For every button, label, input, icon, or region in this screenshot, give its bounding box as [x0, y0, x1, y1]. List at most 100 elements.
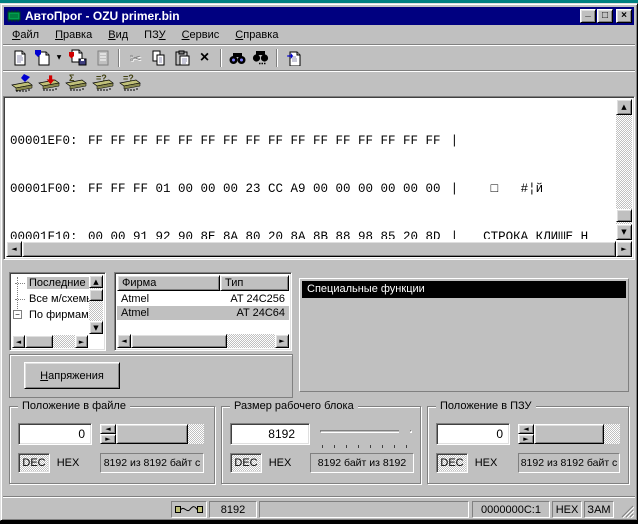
hex-rows: 00001EF0:FF FF FF FF FF FF FF FF FF FF F…: [10, 101, 612, 239]
tree-horizontal-scrollbar[interactable]: ◄ ►: [12, 335, 88, 348]
block-size-input[interactable]: [230, 423, 310, 445]
hex-toggle[interactable]: HEX: [264, 453, 296, 473]
overwrite-cell[interactable]: ЗАМ: [584, 501, 614, 518]
hex-horizontal-scrollbar[interactable]: ◄ ►: [6, 241, 632, 257]
find-button[interactable]: [226, 47, 249, 69]
scrollbar-thumb[interactable]: [616, 209, 632, 222]
file-position-scrollbar[interactable]: ◄ ►: [100, 424, 204, 444]
tree-vertical-scrollbar[interactable]: ▲ ▼: [89, 275, 103, 334]
chip-list-horizontal-scrollbar[interactable]: ◄ ►: [117, 334, 289, 348]
menu-view[interactable]: Вид: [100, 27, 136, 43]
rom-position-input[interactable]: [436, 423, 510, 445]
scroll-right-icon[interactable]: ►: [275, 334, 289, 348]
scroll-right-icon[interactable]: ►: [100, 434, 116, 444]
group-title: Положение в ПЗУ: [436, 400, 536, 412]
hex-row: 00001EF0:FF FF FF FF FF FF FF FF FF FF F…: [10, 133, 612, 149]
mode-cell[interactable]: HEX: [552, 501, 582, 518]
hex-toggle[interactable]: HEX: [52, 453, 84, 473]
paste-button[interactable]: [170, 47, 193, 69]
chip-list-headers: Фирма Тип: [117, 275, 289, 291]
scroll-right-icon[interactable]: ►: [518, 434, 534, 444]
scrollbar-thumb[interactable]: [22, 241, 616, 257]
special-functions-panel: Специальные функции: [299, 278, 629, 392]
menu-rom[interactable]: ПЗУ: [136, 27, 173, 43]
cut-button[interactable]: ✂: [124, 47, 147, 69]
title-bar: АвтоПрог - OZU primer.bin _ □ ×: [4, 7, 634, 25]
find-next-button[interactable]: [249, 47, 272, 69]
hex-vertical-scrollbar[interactable]: ▲ ▼: [616, 99, 632, 240]
scroll-up-icon[interactable]: ▲: [616, 99, 632, 115]
chip-row-selected[interactable]: Atmel AT 24C64: [117, 306, 289, 320]
copy-button[interactable]: [147, 47, 170, 69]
voltage-button[interactable]: Напряжения: [24, 362, 120, 389]
find-icon: [229, 51, 246, 65]
scroll-left-icon[interactable]: ◄: [518, 424, 534, 434]
scroll-right-icon[interactable]: ►: [616, 241, 632, 257]
scroll-right-icon[interactable]: ►: [75, 335, 88, 348]
scroll-down-icon[interactable]: ▼: [89, 321, 103, 334]
new-file-button[interactable]: [8, 47, 31, 69]
chip-write-button[interactable]: [35, 73, 62, 95]
menu-file[interactable]: Файл: [4, 27, 47, 43]
scroll-left-icon[interactable]: ◄: [117, 334, 131, 348]
scrollbar-thumb[interactable]: [89, 289, 103, 301]
find-next-icon: [252, 50, 269, 65]
block-size-slider[interactable]: [318, 421, 414, 449]
special-functions-header: Специальные функции: [302, 281, 626, 298]
column-header-vendor[interactable]: Фирма: [117, 275, 220, 291]
chip-row[interactable]: Atmel AT 24C256: [117, 292, 289, 306]
dec-toggle[interactable]: DEC: [230, 453, 262, 473]
cut-icon: ✂: [130, 51, 142, 65]
slider-thumb[interactable]: [399, 423, 410, 440]
scroll-down-icon[interactable]: ▼: [616, 224, 632, 240]
menu-edit[interactable]: Правка: [47, 27, 100, 43]
close-button[interactable]: ×: [616, 9, 632, 23]
chip-verify-button[interactable]: =?: [89, 73, 116, 95]
menu-service[interactable]: Сервис: [174, 27, 228, 43]
tree-item-by-vendor[interactable]: − По фирмам: [12, 307, 89, 323]
scroll-left-icon[interactable]: ◄: [12, 335, 25, 348]
compare-icon: =?: [123, 73, 134, 83]
chip-write-icon: [37, 73, 61, 94]
file-position-input[interactable]: [18, 423, 92, 445]
save-file-icon: [68, 49, 87, 66]
tree-expand-icon[interactable]: −: [13, 310, 22, 319]
open-file-button[interactable]: [31, 47, 54, 69]
tree-item-all-chips[interactable]: Все м/схемы: [12, 291, 89, 307]
scrollbar-thumb[interactable]: [116, 424, 188, 444]
chip-read-button[interactable]: [8, 73, 35, 95]
group-title: Размер рабочего блока: [230, 400, 358, 412]
scroll-up-icon[interactable]: ▲: [89, 275, 103, 288]
chip-category-tree[interactable]: Последние Все м/схемы − По фирмам ▲ ▼ ◄ …: [9, 272, 106, 351]
chip-checksum-button[interactable]: Σ: [62, 73, 89, 95]
scrollbar-thumb[interactable]: [131, 334, 227, 348]
convert-file-button[interactable]: [282, 47, 305, 69]
scroll-left-icon[interactable]: ◄: [6, 241, 22, 257]
resize-grip[interactable]: [621, 505, 634, 518]
chip-compare-button[interactable]: =?: [116, 73, 143, 95]
dec-toggle[interactable]: DEC: [18, 453, 50, 473]
toolbar-separator: [220, 49, 222, 67]
scrollbar-thumb[interactable]: [534, 424, 604, 444]
minimize-button[interactable]: _: [580, 9, 596, 23]
save-file-button[interactable]: [64, 47, 91, 69]
column-header-type[interactable]: Тип: [220, 275, 289, 291]
hex-toggle[interactable]: HEX: [470, 453, 502, 473]
delete-button[interactable]: ×: [193, 47, 216, 69]
cable-icon: [175, 504, 203, 515]
app-window: АвтоПрог - OZU primer.bin _ □ × Файл Пра…: [0, 3, 638, 521]
menu-help[interactable]: Справка: [227, 27, 286, 43]
message-cell: [259, 501, 469, 518]
hex-editor[interactable]: 00001EF0:FF FF FF FF FF FF FF FF FF FF F…: [3, 96, 635, 260]
chip-icon: [64, 73, 88, 94]
maximize-button[interactable]: □: [597, 9, 613, 23]
dec-toggle[interactable]: DEC: [436, 453, 468, 473]
chip-list[interactable]: Фирма Тип Atmel AT 24C256 Atmel AT 24C64…: [114, 272, 292, 351]
open-file-dropdown[interactable]: ▼: [54, 47, 64, 69]
scroll-left-icon[interactable]: ◄: [100, 424, 116, 434]
rom-position-scrollbar[interactable]: ◄ ►: [518, 424, 620, 444]
edit-buffer-button[interactable]: [91, 47, 114, 69]
tree-item-recent[interactable]: Последние: [12, 275, 89, 291]
checksum-icon: Σ: [69, 73, 74, 83]
scrollbar-thumb[interactable]: [25, 335, 53, 348]
